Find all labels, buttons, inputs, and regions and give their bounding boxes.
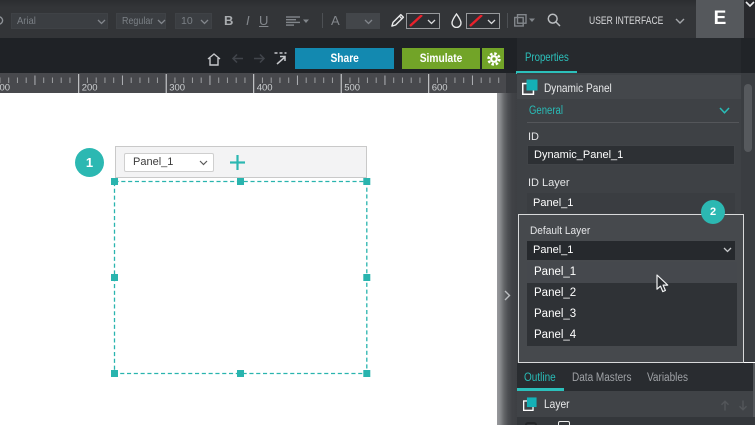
svg-text:100: 100 bbox=[0, 83, 10, 94]
svg-text:500: 500 bbox=[344, 83, 360, 94]
svg-text:400: 400 bbox=[257, 83, 273, 94]
svg-text:200: 200 bbox=[82, 83, 98, 94]
svg-text:300: 300 bbox=[169, 83, 185, 94]
svg-text:600: 600 bbox=[432, 83, 448, 94]
